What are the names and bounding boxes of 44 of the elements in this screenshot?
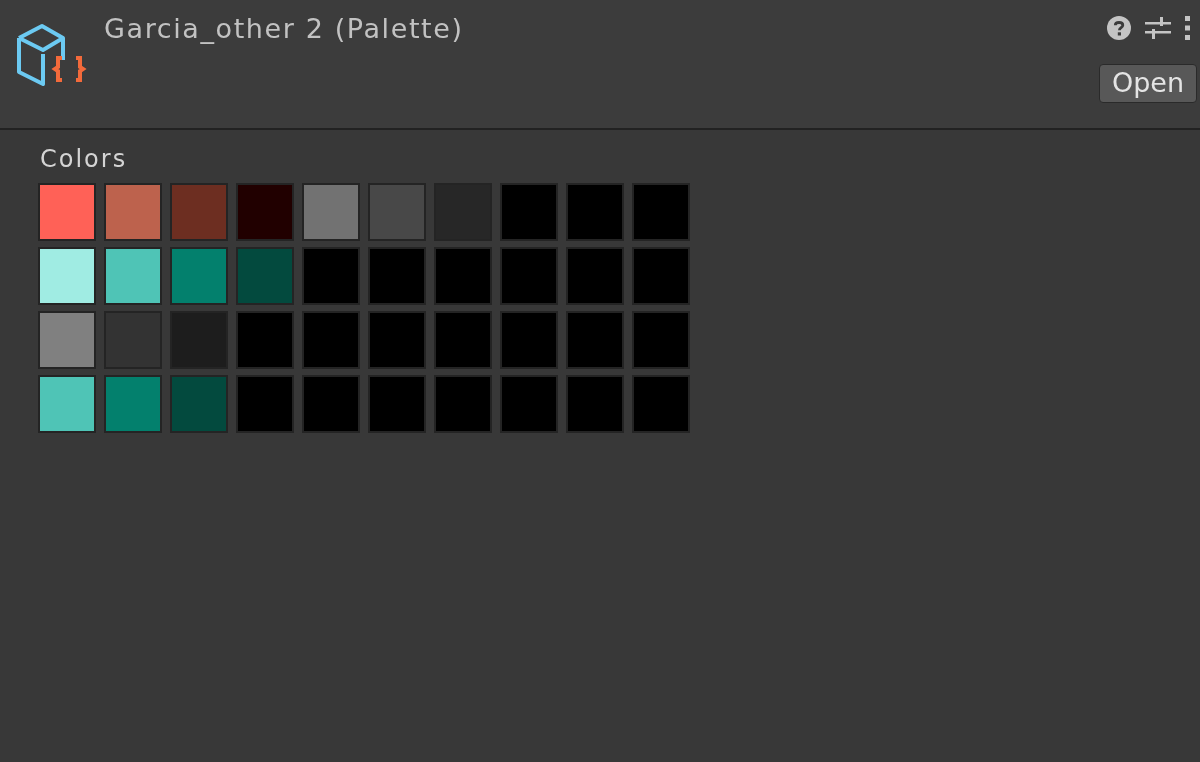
swatch-icon[interactable] — [434, 311, 492, 369]
swatch-icon[interactable] — [632, 311, 690, 369]
swatch-icon[interactable] — [170, 375, 228, 433]
swatch-icon[interactable] — [236, 247, 294, 305]
help-icon[interactable] — [1107, 16, 1131, 40]
swatch-icon[interactable] — [236, 311, 294, 369]
swatch-icon[interactable] — [170, 183, 228, 241]
swatch-icon[interactable] — [170, 311, 228, 369]
open-button[interactable]: Open — [1098, 64, 1197, 103]
swatch-icon[interactable] — [500, 247, 558, 305]
swatch-icon[interactable] — [38, 311, 96, 369]
swatch-icon[interactable] — [368, 247, 426, 305]
section-label: Colors — [40, 144, 128, 174]
swatch-icon[interactable] — [632, 375, 690, 433]
swatch-icon[interactable] — [170, 247, 228, 305]
swatch-icon[interactable] — [368, 183, 426, 241]
swatch-icon[interactable] — [38, 183, 96, 241]
swatch-icon[interactable] — [500, 311, 558, 369]
swatch-icon[interactable] — [632, 247, 690, 305]
swatch-icon[interactable] — [500, 183, 558, 241]
swatch-icon[interactable] — [368, 375, 426, 433]
sliders-icon[interactable] — [1145, 17, 1171, 39]
swatch-icon[interactable] — [434, 375, 492, 433]
swatch-icon[interactable] — [434, 247, 492, 305]
swatch-icon[interactable] — [566, 375, 624, 433]
swatch-icon[interactable] — [566, 183, 624, 241]
swatch-icon[interactable] — [38, 375, 96, 433]
swatch-icon[interactable] — [302, 375, 360, 433]
swatch-icon[interactable] — [104, 375, 162, 433]
asset-title: Garcia_other 2 (Palette) — [104, 12, 465, 46]
swatch-icon[interactable] — [302, 183, 360, 241]
swatch-icon[interactable] — [38, 247, 96, 305]
swatch-icon[interactable] — [302, 247, 360, 305]
swatch-icon[interactable] — [302, 311, 360, 369]
swatch-icon[interactable] — [566, 311, 624, 369]
more-menu-icon[interactable] — [1185, 16, 1191, 40]
swatch-icon[interactable] — [566, 247, 624, 305]
swatch-icon[interactable] — [236, 183, 294, 241]
swatch-icon[interactable] — [104, 183, 162, 241]
swatch-icon[interactable] — [236, 375, 294, 433]
swatch-icon[interactable] — [500, 375, 558, 433]
swatch-icon[interactable] — [368, 311, 426, 369]
swatch-icon[interactable] — [104, 247, 162, 305]
swatch-icon[interactable] — [632, 183, 690, 241]
